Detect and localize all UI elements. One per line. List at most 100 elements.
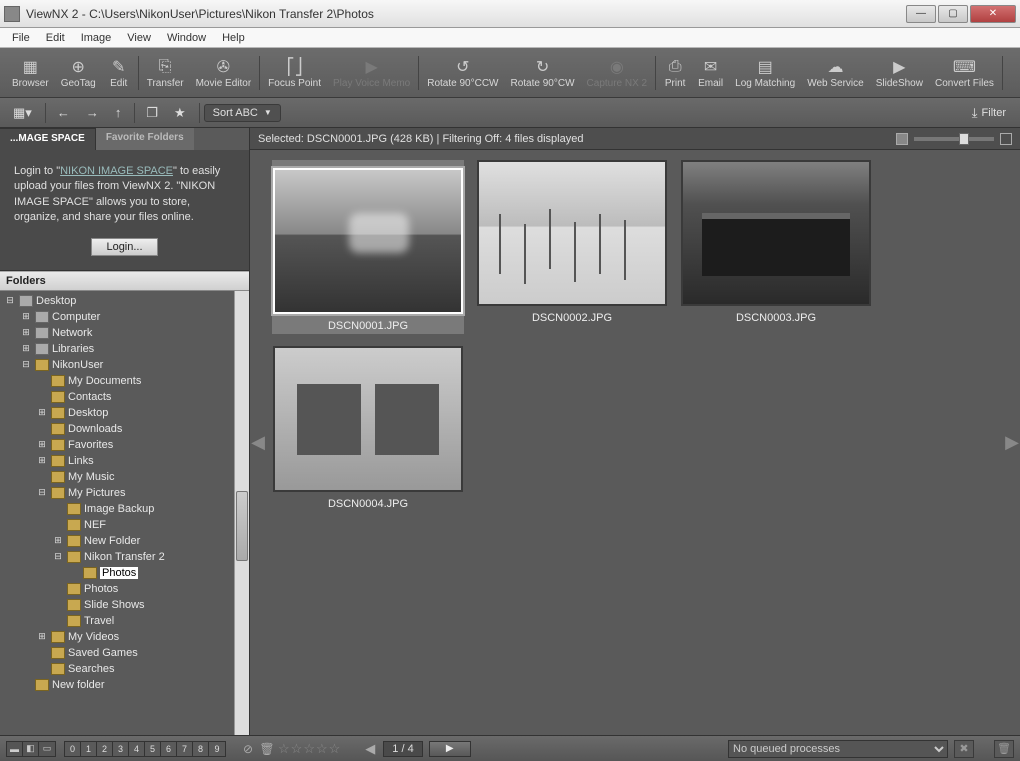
tree-node-my-pictures[interactable]: ⊟My Pictures [4, 485, 249, 501]
maximize-button[interactable]: ▢ [938, 5, 968, 23]
tree-node-nikon-transfer-2[interactable]: ⊟Nikon Transfer 2 [4, 549, 249, 565]
tree-node-my-videos[interactable]: ⊞My Videos [4, 629, 249, 645]
zoom-large-icon[interactable] [1000, 133, 1012, 145]
next-page-arrow[interactable]: ▶ [1004, 150, 1020, 735]
label-num-2[interactable]: 2 [97, 742, 113, 756]
toolbar-rotate-90-cw[interactable]: ↻Rotate 90°CW [505, 54, 581, 91]
tree-scrollbar[interactable] [234, 291, 249, 735]
star-1[interactable]: ☆ [278, 741, 290, 757]
tree-node-links[interactable]: ⊞Links [4, 453, 249, 469]
toolbar-email[interactable]: ✉Email [692, 54, 729, 91]
tree-node-downloads[interactable]: Downloads [4, 421, 249, 437]
toolbar-rotate-90-ccw[interactable]: ↺Rotate 90°CCW [421, 54, 504, 91]
expand-icon[interactable]: ⊞ [36, 631, 48, 642]
menu-window[interactable]: Window [159, 30, 214, 46]
expand-icon[interactable]: ⊞ [36, 407, 48, 418]
menu-help[interactable]: Help [214, 30, 253, 46]
filter-button[interactable]: ⤓ Filter [964, 103, 1014, 123]
thumbnail-dscn0003-jpg[interactable]: DSCN0003.JPG [680, 160, 872, 334]
view-mode-1[interactable]: ▬ [7, 742, 23, 756]
label-num-7[interactable]: 7 [177, 742, 193, 756]
tree-node-slide-shows[interactable]: Slide Shows [4, 597, 249, 613]
label-num-0[interactable]: 0 [65, 742, 81, 756]
expand-icon[interactable]: ⊟ [36, 487, 48, 498]
expand-icon[interactable]: ⊞ [52, 535, 64, 546]
queue-dropdown[interactable]: No queued processes [728, 740, 948, 758]
back-button[interactable]: ← [50, 102, 77, 124]
label-num-5[interactable]: 5 [145, 742, 161, 756]
view-mode-switcher[interactable]: ▬ ◧ ▭ [6, 741, 56, 757]
tree-node-searches[interactable]: Searches [4, 661, 249, 677]
copy-button[interactable]: ❐ [139, 102, 165, 124]
toolbar-convert-files[interactable]: ⌨Convert Files [929, 54, 1000, 91]
tree-scrollbar-thumb[interactable] [236, 491, 248, 561]
expand-icon[interactable]: ⊞ [36, 439, 48, 450]
zoom-slider[interactable] [914, 137, 994, 141]
up-button[interactable]: ↑ [108, 102, 129, 124]
queue-cancel-button[interactable]: ✖ [954, 740, 974, 758]
toolbar-browser[interactable]: ▦Browser [6, 54, 55, 91]
toolbar-slideshow[interactable]: ▶SlideShow [870, 54, 929, 91]
prev-page-arrow[interactable]: ◀ [250, 150, 266, 735]
close-button[interactable]: ✕ [970, 5, 1016, 23]
play-button[interactable]: ▶ [429, 741, 471, 757]
toolbar-edit[interactable]: ✎Edit [102, 54, 136, 91]
label-num-6[interactable]: 6 [161, 742, 177, 756]
star-2[interactable]: ☆ [291, 741, 303, 757]
label-num-1[interactable]: 1 [81, 742, 97, 756]
toolbar-focus-point[interactable]: ⎡⎦Focus Point [262, 54, 327, 91]
zoom-slider-thumb[interactable] [959, 133, 969, 145]
label-num-8[interactable]: 8 [193, 742, 209, 756]
star-4[interactable]: ☆ [316, 741, 328, 757]
label-num-9[interactable]: 9 [209, 742, 225, 756]
nis-link[interactable]: NIKON IMAGE SPACE [60, 165, 173, 177]
folder-tree[interactable]: ⊟Desktop⊞Computer⊞Network⊞Libraries⊟Niko… [0, 291, 249, 735]
favorite-folder-button[interactable]: ★ [167, 102, 193, 124]
no-label-icon[interactable]: ⊘ [240, 741, 256, 757]
expand-icon[interactable]: ⊞ [36, 455, 48, 466]
sort-dropdown[interactable]: Sort ABC ▼ [204, 104, 281, 122]
tree-node-image-backup[interactable]: Image Backup [4, 501, 249, 517]
tree-node-nef[interactable]: NEF [4, 517, 249, 533]
toolbar-transfer[interactable]: ⎘Transfer [141, 54, 190, 91]
tree-node-saved-games[interactable]: Saved Games [4, 645, 249, 661]
tree-node-new-folder[interactable]: ⊞New Folder [4, 533, 249, 549]
tab-favorite-folders[interactable]: Favorite Folders [96, 128, 194, 150]
label-num-3[interactable]: 3 [113, 742, 129, 756]
toolbar-movie-editor[interactable]: ✇Movie Editor [190, 54, 258, 91]
tree-node-libraries[interactable]: ⊞Libraries [4, 341, 249, 357]
layout-grid-button[interactable]: ▦▾ [6, 102, 39, 124]
menu-view[interactable]: View [119, 30, 159, 46]
view-mode-3[interactable]: ▭ [39, 742, 55, 756]
pager-prev[interactable]: ◀ [363, 741, 377, 757]
thumbnail-dscn0004-jpg[interactable]: DSCN0004.JPG [272, 346, 464, 510]
expand-icon[interactable]: ⊟ [4, 295, 16, 306]
menu-edit[interactable]: Edit [38, 30, 73, 46]
star-3[interactable]: ☆ [303, 741, 315, 757]
menu-image[interactable]: Image [73, 30, 120, 46]
trash-star-icon[interactable]: 🗑 [259, 741, 275, 757]
tree-node-nikonuser[interactable]: ⊟NikonUser [4, 357, 249, 373]
tree-node-new-folder[interactable]: New folder [4, 677, 249, 693]
toolbar-print[interactable]: ⎙Print [658, 54, 692, 91]
queue-trash-button[interactable]: 🗑 [994, 740, 1014, 758]
tree-node-favorites[interactable]: ⊞Favorites [4, 437, 249, 453]
tree-node-my-music[interactable]: My Music [4, 469, 249, 485]
tree-node-photos[interactable]: Photos [4, 565, 249, 581]
toolbar-log-matching[interactable]: ▤Log Matching [729, 54, 801, 91]
tree-node-travel[interactable]: Travel [4, 613, 249, 629]
toolbar-geotag[interactable]: ⊕GeoTag [55, 54, 102, 91]
expand-icon[interactable]: ⊞ [20, 311, 32, 322]
login-button[interactable]: Login... [91, 238, 157, 256]
expand-icon[interactable]: ⊟ [20, 359, 32, 370]
tree-node-desktop[interactable]: ⊟Desktop [4, 293, 249, 309]
expand-icon[interactable]: ⊞ [20, 327, 32, 338]
expand-icon[interactable]: ⊟ [52, 551, 64, 562]
tree-node-contacts[interactable]: Contacts [4, 389, 249, 405]
tab-image-space[interactable]: ...MAGE SPACE [0, 128, 96, 150]
tree-node-network[interactable]: ⊞Network [4, 325, 249, 341]
label-num-4[interactable]: 4 [129, 742, 145, 756]
thumbnail-dscn0001-jpg[interactable]: DSCN0001.JPG [272, 160, 464, 334]
tree-node-desktop[interactable]: ⊞Desktop [4, 405, 249, 421]
toolbar-web-service[interactable]: ☁Web Service [801, 54, 870, 91]
